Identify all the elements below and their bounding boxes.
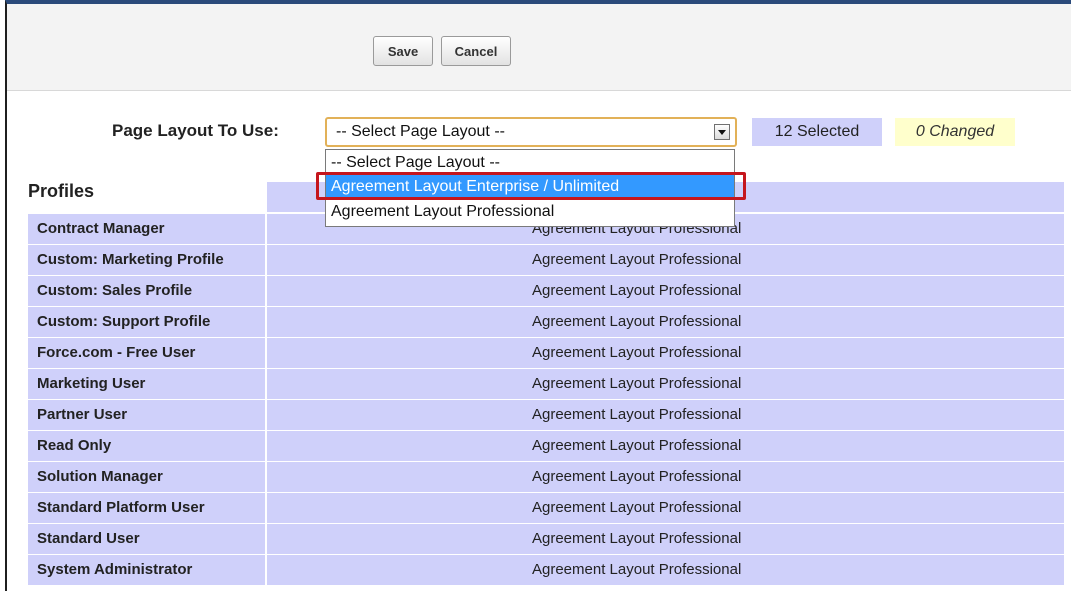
- chevron-down-icon[interactable]: [714, 124, 730, 140]
- table-row[interactable]: Standard Platform User Agreement Layout …: [28, 493, 1064, 524]
- profile-name: Custom: Marketing Profile: [28, 245, 265, 275]
- table-row[interactable]: Custom: Marketing Profile Agreement Layo…: [28, 245, 1064, 276]
- table-row[interactable]: Standard User Agreement Layout Professio…: [28, 524, 1064, 555]
- save-button[interactable]: Save: [373, 36, 433, 66]
- profiles-column-header: Profiles: [28, 181, 95, 201]
- profile-name: Solution Manager: [28, 462, 265, 492]
- table-row[interactable]: Force.com - Free User Agreement Layout P…: [28, 338, 1064, 369]
- page-layout-label: Page Layout To Use:: [112, 121, 279, 140]
- selected-count-badge: 12 Selected: [752, 118, 882, 146]
- profile-name: Marketing User: [28, 369, 265, 399]
- assigned-layout: Agreement Layout Professional: [267, 431, 1064, 461]
- table-row[interactable]: Read Only Agreement Layout Professional: [28, 431, 1064, 462]
- cancel-button[interactable]: Cancel: [441, 36, 511, 66]
- dropdown-option-professional[interactable]: Agreement Layout Professional: [329, 200, 554, 223]
- assigned-layout: Agreement Layout Professional: [267, 338, 1064, 368]
- assigned-layout: Agreement Layout Professional: [267, 369, 1064, 399]
- page-layout-dropdown-list: -- Select Page Layout -- Agreement Layou…: [325, 149, 735, 227]
- dropdown-option-placeholder[interactable]: -- Select Page Layout --: [329, 151, 500, 174]
- profile-name: Standard User: [28, 524, 265, 554]
- assigned-layout: Agreement Layout Professional: [267, 245, 1064, 275]
- profile-name: Standard Platform User: [28, 493, 265, 523]
- table-row[interactable]: Marketing User Agreement Layout Professi…: [28, 369, 1064, 400]
- assigned-layout: Agreement Layout Professional: [267, 493, 1064, 523]
- profile-name: Force.com - Free User: [28, 338, 265, 368]
- assigned-layout: Agreement Layout Professional: [267, 555, 1064, 585]
- profile-name: Read Only: [28, 431, 265, 461]
- assigned-layout: Agreement Layout Professional: [267, 276, 1064, 306]
- table-row[interactable]: Custom: Support Profile Agreement Layout…: [28, 307, 1064, 338]
- profile-name: Custom: Sales Profile: [28, 276, 265, 306]
- changed-count-badge: 0 Changed: [895, 118, 1015, 146]
- table-row[interactable]: Custom: Sales Profile Agreement Layout P…: [28, 276, 1064, 307]
- profile-name: Contract Manager: [28, 214, 265, 244]
- table-row[interactable]: System Administrator Agreement Layout Pr…: [28, 555, 1064, 586]
- profile-name: System Administrator: [28, 555, 265, 585]
- assigned-layout: Agreement Layout Professional: [267, 462, 1064, 492]
- button-bar: Save Cancel: [7, 4, 1071, 91]
- profile-name: Custom: Support Profile: [28, 307, 265, 337]
- page-layout-select-value: -- Select Page Layout --: [336, 123, 505, 140]
- dropdown-option-enterprise-unlimited[interactable]: Agreement Layout Enterprise / Unlimited: [326, 175, 734, 198]
- assigned-layout: Agreement Layout Professional: [267, 307, 1064, 337]
- table-row[interactable]: Solution Manager Agreement Layout Profes…: [28, 462, 1064, 493]
- profiles-table: Contract Manager Agreement Layout Profes…: [28, 214, 1064, 586]
- assigned-layout: Agreement Layout Professional: [267, 400, 1064, 430]
- profile-name: Partner User: [28, 400, 265, 430]
- table-row[interactable]: Partner User Agreement Layout Profession…: [28, 400, 1064, 431]
- page-layout-select[interactable]: -- Select Page Layout --: [325, 117, 737, 147]
- assigned-layout: Agreement Layout Professional: [267, 524, 1064, 554]
